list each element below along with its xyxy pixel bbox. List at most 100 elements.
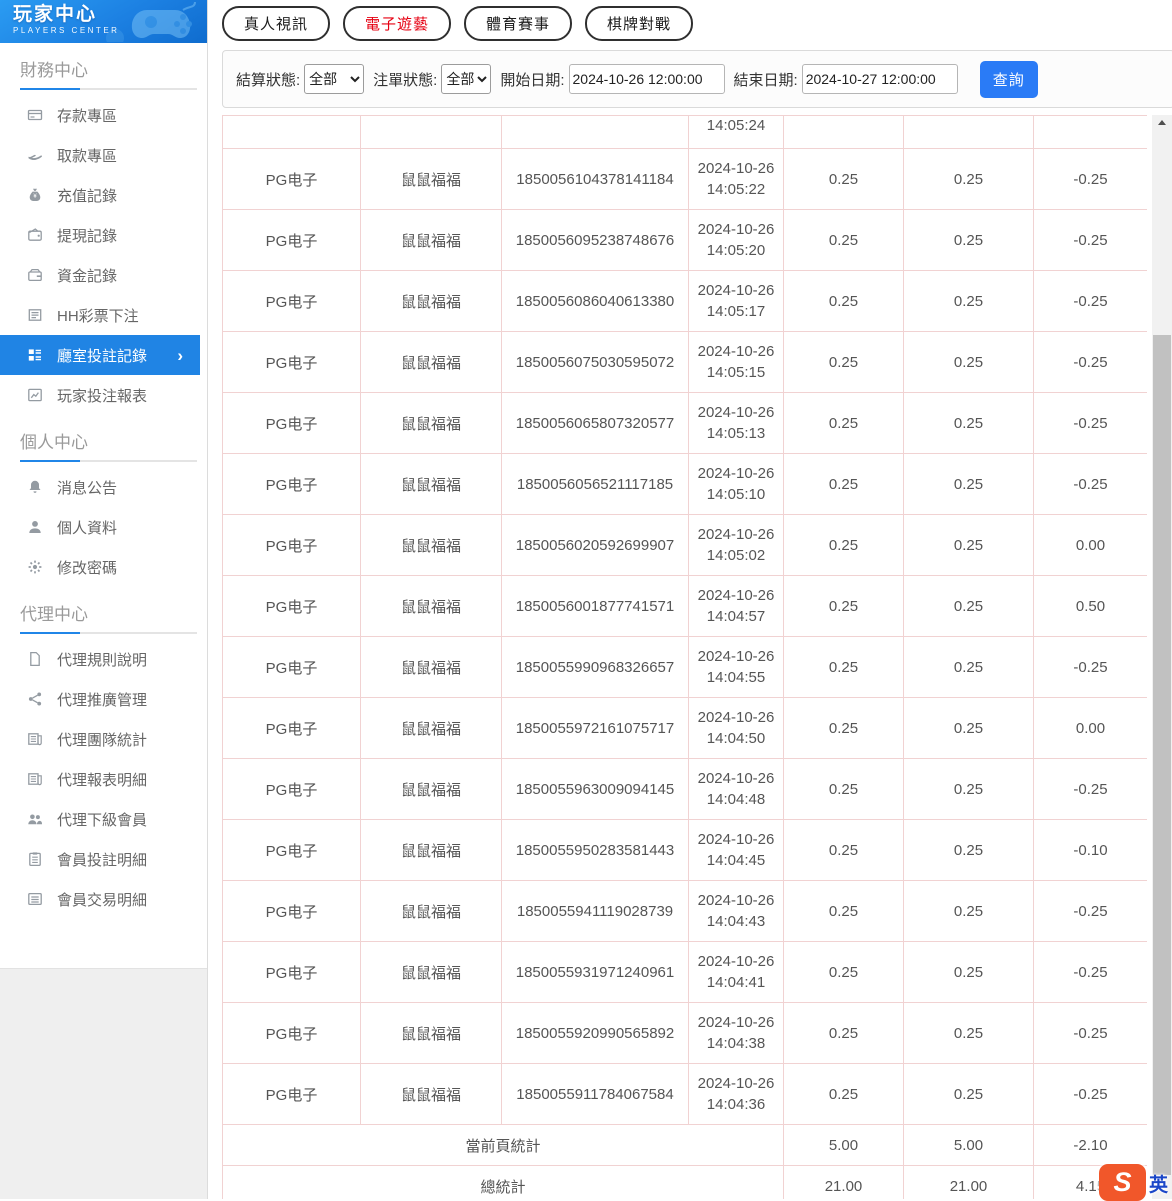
provider-cell: PG电子 [222,636,361,698]
sidebar-item[interactable]: 個人資料 [0,507,207,547]
tab-1[interactable]: 電子遊藝 [343,6,452,41]
section-title: 個人中心 [20,433,88,452]
ime-logo-letter: S [1113,1167,1132,1197]
scrollbar-thumb[interactable] [1153,335,1171,1175]
bet-amount-cell: 0.25 [783,575,904,637]
sidebar-item-label: 個人資料 [57,519,118,537]
bet-time: 14:04:41 [706,974,766,991]
provider-cell: PG电子 [222,148,361,210]
summary-row: 總統計 21.00 21.00 4.15 [222,1165,1147,1199]
game-cell: 鼠鼠福福 [360,941,502,1003]
sidebar-item[interactable]: HH彩票下注 [0,295,207,335]
game-cell: 鼠鼠福福 [360,453,502,515]
bet-amount-cell: 0.25 [783,880,904,942]
bet-records-table: 14:05:24 PG电子 鼠鼠福福 1850056104378141184 2024-… [222,115,1147,1199]
bet-amount-cell: 0.25 [783,1002,904,1064]
valid-bet-cell: 0.25 [903,1002,1034,1064]
bet-time-cell: 2024-10-26 14:04:57 [688,575,784,637]
bet-date: 2024-10-26 [697,343,775,360]
table-row: PG电子 鼠鼠福福 1850056104378141184 2024-10-26 14:… [222,148,1147,210]
settle-status-label: 結算狀態: [236,71,301,89]
sidebar-item[interactable]: 代理團隊統計 [0,719,207,759]
search-button[interactable]: 查詢 [979,60,1038,98]
game-cell: 鼠鼠福福 [360,1063,502,1125]
provider-cell: PG电子 [222,819,361,881]
summary-label-cell: 總統計 [222,1165,784,1199]
sidebar-item[interactable]: 消息公告 [0,467,207,507]
section-title: 代理中心 [20,605,88,624]
bet-time-cell: 2024-10-26 14:05:17 [688,270,784,332]
scroll-up-button[interactable] [1152,115,1172,130]
table-cell [360,115,502,149]
bet-id-cell: 1850055963009094145 [501,758,689,820]
bet-amount-cell: 0.25 [783,270,904,332]
sidebar-item-label: 取款專區 [57,147,118,165]
table-cell [222,115,361,149]
sidebar-item-label: HH彩票下注 [57,307,139,325]
sidebar-item-label: 消息公告 [57,479,118,497]
main-content: 真人視訊 電子遊藝 體育賽事 棋牌對戰 結算狀態: 全部 注單狀態: 全部 開始日期:… [209,0,1172,1199]
bet-id-cell: 1850056075030595072 [501,331,689,393]
sidebar-item[interactable]: 玩家投注報表 [0,375,207,415]
valid-bet-cell: 0.25 [903,819,1034,881]
win-loss-cell: -0.25 [1033,209,1147,271]
sidebar-item[interactable]: 會員投註明細 [0,839,207,879]
sidebar-item[interactable]: 資金記錄 [0,255,207,295]
tab-0[interactable]: 真人視訊 [222,6,331,41]
bet-id-cell: 1850055972161075717 [501,697,689,759]
tab-2[interactable]: 體育賽事 [464,6,573,41]
provider-cell: PG电子 [222,697,361,759]
win-loss-cell: -0.25 [1033,941,1147,1003]
end-date-input[interactable] [801,64,958,94]
bet-amount-cell: 0.25 [783,1063,904,1125]
bet-date: 2024-10-26 [697,953,775,970]
provider-cell: PG电子 [222,209,361,271]
win-loss-cell: -0.25 [1033,636,1147,698]
bet-amount-cell: 0.25 [783,758,904,820]
hand-icon [28,154,42,161]
sidebar-item[interactable]: 會員交易明細 [0,879,207,919]
settle-status-select[interactable]: 全部 [304,64,365,94]
win-loss-cell: 0.00 [1033,697,1147,759]
sidebar-item[interactable]: 取款專區 [0,135,207,175]
table-row: PG电子 鼠鼠福福 1850056056521117185 2024-10-26 14:… [222,453,1147,515]
bet-time-cell: 2024-10-26 14:04:45 [688,819,784,881]
order-status-select[interactable]: 全部 [441,64,492,94]
summary-result-cell: -2.10 [1033,1124,1147,1166]
sidebar-item[interactable]: 代理報表明細 [0,759,207,799]
sidebar-item[interactable]: 廳室投註記錄 › [0,335,200,375]
bet-amount-cell: 0.25 [783,209,904,271]
people-icon [28,814,42,825]
sidebar-item-label: 代理報表明細 [57,771,148,789]
sidebar-item[interactable]: ¥ 充值記錄 [0,175,207,215]
table-cell [501,115,689,149]
bet-time-cell: 2024-10-26 14:04:48 [688,758,784,820]
sidebar-header: 玩家中心 PLAYERS CENTER [0,0,207,43]
provider-cell: PG电子 [222,514,361,576]
table-row: PG电子 鼠鼠福福 1850055990968326657 2024-10-26 14:… [222,636,1147,698]
bet-time-cell: 2024-10-26 14:04:38 [688,1002,784,1064]
bet-id-cell: 1850055920990565892 [501,1002,689,1064]
bet-id-cell: 1850056095238748676 [501,209,689,271]
vertical-scrollbar[interactable] [1152,115,1172,1199]
start-date-input[interactable] [568,64,725,94]
tab-3[interactable]: 棋牌對戰 [585,6,694,41]
summary-row: 當前頁統計 5.00 5.00 -2.10 [222,1124,1147,1166]
sidebar-item[interactable]: 代理下級會員 [0,799,207,839]
section-divider [20,632,197,634]
ime-overlay[interactable]: S 英 [1098,1164,1168,1201]
moneybag-icon: ¥ [29,188,41,201]
win-loss-cell: -0.25 [1033,270,1147,332]
bet-date: 2024-10-26 [697,1014,775,1031]
bet-time: 14:05:20 [706,242,766,259]
valid-bet-cell: 0.25 [903,1063,1034,1125]
sidebar-item-label: 充值記錄 [57,187,118,205]
sidebar-item[interactable]: 修改密碼 [0,547,207,587]
sogou-ime-icon[interactable]: S [1098,1164,1146,1201]
sidebar-item[interactable]: 提現記錄 [0,215,207,255]
ime-language-indicator: 英 [1148,1175,1168,1196]
provider-cell: PG电子 [222,941,361,1003]
sidebar-item[interactable]: 代理規則說明 [0,639,207,679]
sidebar-item[interactable]: 存款專區 [0,95,207,135]
sidebar-item[interactable]: 代理推廣管理 [0,679,207,719]
